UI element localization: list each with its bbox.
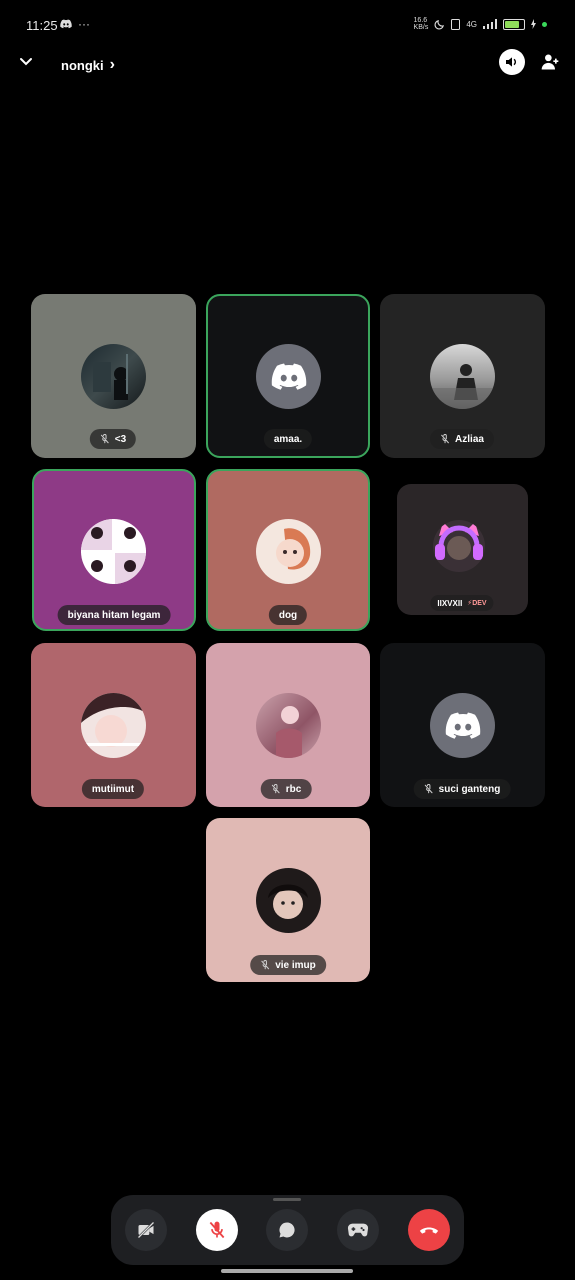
avatar bbox=[81, 693, 146, 758]
avatar bbox=[430, 344, 495, 409]
disconnect-button[interactable] bbox=[408, 1209, 450, 1251]
avatar bbox=[430, 693, 495, 758]
avatar bbox=[81, 344, 146, 409]
speaker-icon bbox=[506, 57, 516, 67]
privacy-indicator bbox=[542, 21, 547, 27]
participant-name: amaa. bbox=[273, 433, 303, 445]
charging-icon bbox=[531, 19, 536, 29]
participant-name-pill: biyana hitam legam bbox=[57, 605, 171, 625]
cat-headset-avatar-decoration bbox=[435, 522, 483, 560]
chat-bubble-icon bbox=[279, 1222, 295, 1238]
network-type: 4G bbox=[466, 19, 477, 29]
mic-muted-icon bbox=[271, 784, 280, 794]
moon-icon bbox=[434, 19, 445, 29]
collapse-chevron-icon[interactable] bbox=[16, 52, 36, 72]
mic-muted-icon bbox=[261, 960, 270, 970]
chat-button[interactable] bbox=[266, 1209, 308, 1251]
add-user-icon[interactable] bbox=[540, 52, 560, 72]
avatar bbox=[256, 519, 321, 584]
participant-name-pill: rbc bbox=[260, 779, 312, 799]
drag-handle[interactable] bbox=[273, 1198, 301, 1201]
status-more-dots: ··· bbox=[78, 17, 90, 31]
participant-name-pill: vie imup bbox=[250, 955, 326, 975]
camera-off-icon bbox=[137, 1221, 155, 1239]
participant-name: Azliaa bbox=[455, 433, 484, 445]
status-bar: 11:25 ··· 16.6 KB/s 4G bbox=[0, 0, 575, 50]
participant-name-pill: amaa. bbox=[263, 429, 313, 449]
participant-name-pill: mutiimut bbox=[81, 779, 145, 799]
discord-notification-icon bbox=[60, 19, 72, 29]
participant-name-pill: <3 bbox=[89, 429, 137, 449]
participant-tile[interactable]: IIXVXII ⚡DEV bbox=[397, 484, 528, 615]
home-indicator bbox=[221, 1269, 353, 1273]
status-right-icons: 16.6 KB/s 4G bbox=[414, 17, 547, 31]
sim-icon bbox=[451, 18, 461, 30]
discord-logo-icon bbox=[445, 712, 480, 739]
participant-tile[interactable]: biyana hitam legam bbox=[32, 469, 196, 631]
avatar bbox=[256, 868, 321, 933]
mic-muted-icon bbox=[209, 1221, 225, 1239]
participant-name: suci ganteng bbox=[438, 783, 501, 795]
avatar bbox=[256, 344, 321, 409]
participant-tile[interactable]: Azliaa bbox=[380, 294, 545, 458]
avatar bbox=[256, 693, 321, 758]
avatar bbox=[433, 520, 485, 572]
camera-toggle-button[interactable] bbox=[125, 1209, 167, 1251]
avatar bbox=[81, 519, 146, 584]
status-time: 11:25 bbox=[26, 18, 58, 33]
call-header: nongki › bbox=[0, 44, 575, 84]
channel-name: nongki bbox=[61, 57, 104, 73]
activities-button[interactable] bbox=[337, 1209, 379, 1251]
participant-name: biyana hitam legam bbox=[67, 609, 161, 621]
participant-name-pill: IIXVXII ⚡DEV bbox=[430, 595, 494, 611]
participant-name-pill: suci ganteng bbox=[413, 779, 511, 799]
participant-tile[interactable]: suci ganteng bbox=[380, 643, 545, 807]
participant-tile[interactable]: dog bbox=[206, 469, 370, 631]
battery-icon bbox=[503, 18, 525, 30]
status-left-icons: ··· bbox=[60, 17, 90, 31]
participant-tag: ⚡DEV bbox=[467, 600, 487, 607]
participant-tile[interactable]: amaa. bbox=[206, 294, 370, 458]
net-speed: 16.6 KB/s bbox=[413, 17, 429, 31]
participant-name-pill: dog bbox=[268, 605, 308, 625]
participant-name: rbc bbox=[285, 783, 302, 795]
participant-name-pill: Azliaa bbox=[430, 429, 494, 449]
mic-muted-icon bbox=[424, 784, 433, 794]
gamepad-icon bbox=[347, 1223, 369, 1237]
channel-title[interactable]: nongki › bbox=[61, 56, 115, 74]
chevron-right-icon: › bbox=[109, 56, 115, 73]
participant-name: vie imup bbox=[275, 959, 316, 971]
participant-tile[interactable]: <3 bbox=[31, 294, 196, 458]
mic-muted-icon bbox=[441, 434, 449, 444]
participant-name: <3 bbox=[114, 433, 127, 445]
participant-name: dog bbox=[278, 609, 298, 621]
participant-tile[interactable]: vie imup bbox=[206, 818, 370, 982]
hang-up-icon bbox=[419, 1227, 439, 1234]
participant-tile[interactable]: rbc bbox=[206, 643, 370, 807]
participant-tile[interactable]: mutiimut bbox=[31, 643, 196, 807]
discord-logo-icon bbox=[271, 363, 306, 390]
speaker-button[interactable] bbox=[499, 49, 525, 75]
participant-name: IIXVXII bbox=[437, 598, 463, 608]
mic-muted-icon bbox=[100, 434, 109, 444]
participant-name: mutiimut bbox=[91, 783, 135, 795]
mute-toggle-button[interactable] bbox=[196, 1209, 238, 1251]
signal-icon bbox=[483, 19, 497, 29]
